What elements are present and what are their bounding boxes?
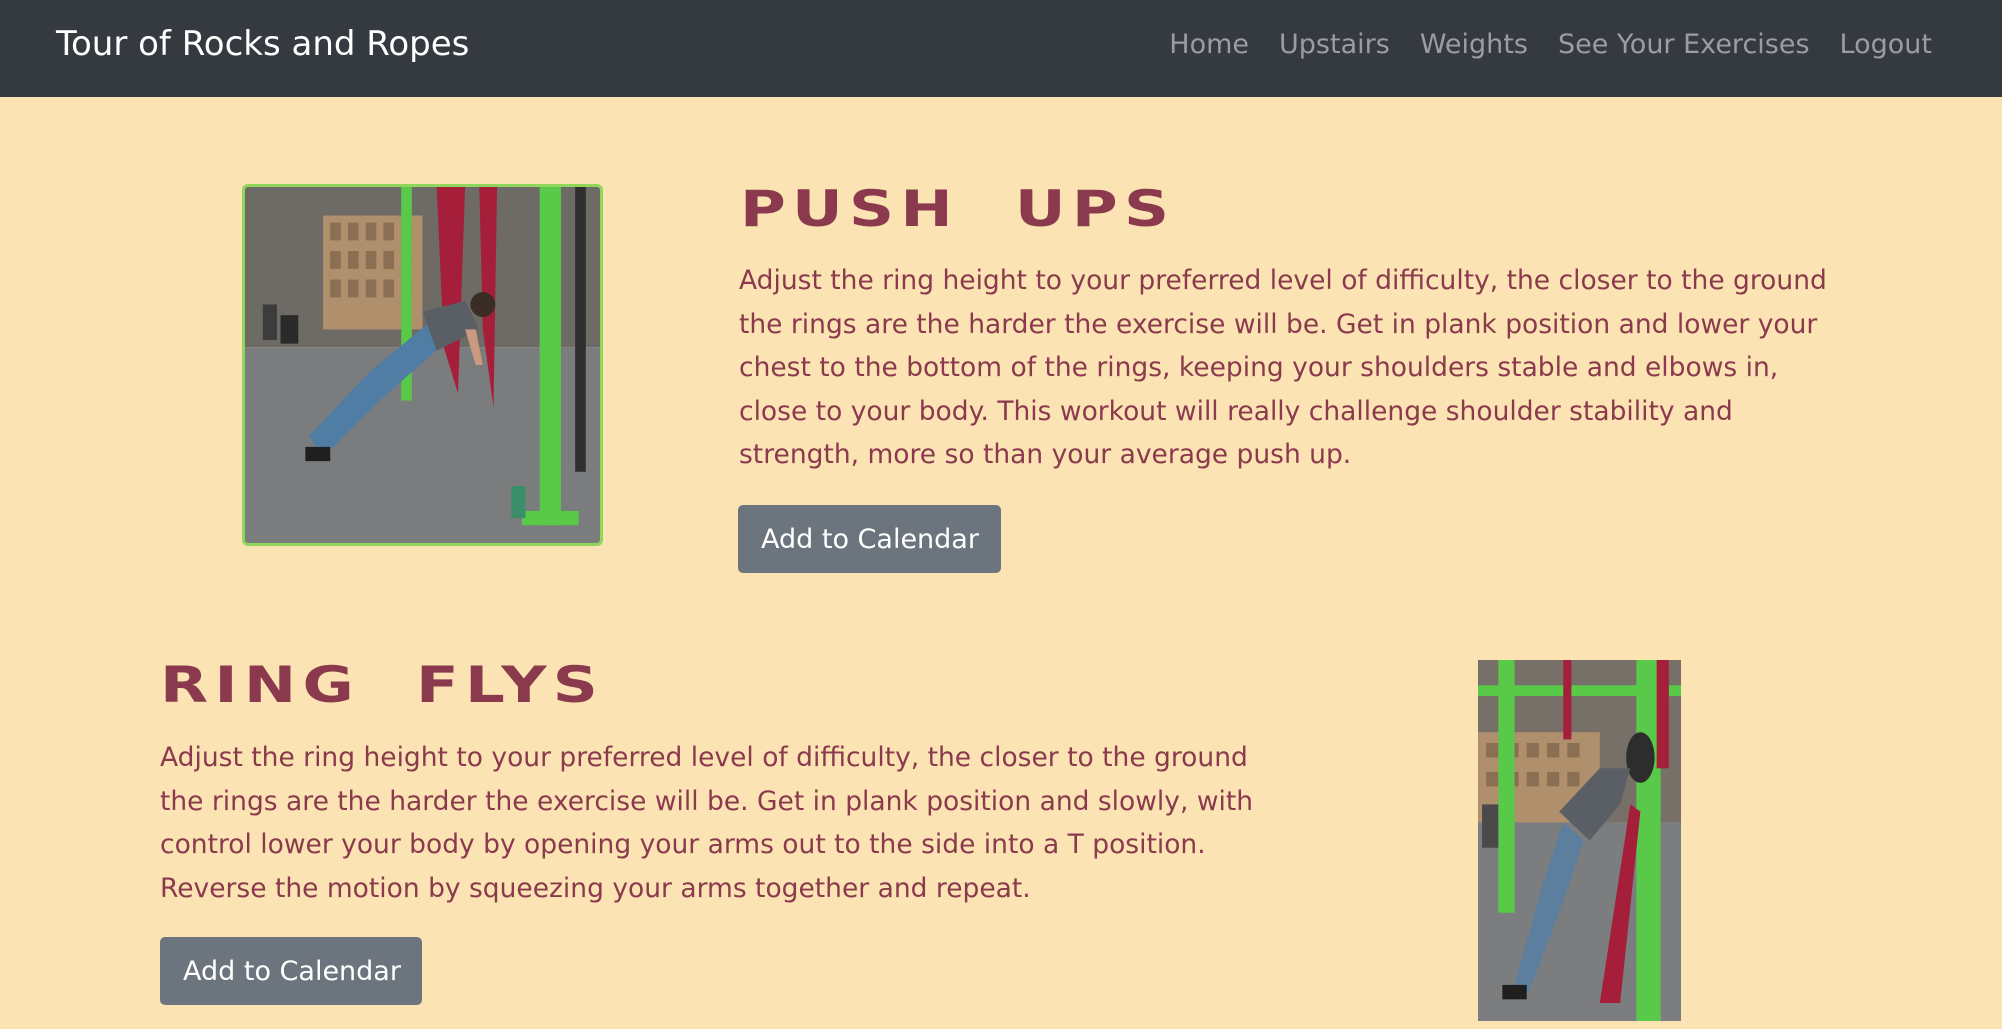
- exercise-description-push-ups: Adjust the ring height to your preferred…: [739, 265, 1827, 470]
- brand-title[interactable]: Tour of Rocks and Ropes: [56, 24, 469, 64]
- push-ups-photo: [242, 184, 603, 546]
- nav-link-upstairs[interactable]: Upstairs: [1279, 29, 1390, 60]
- nav-links: Home Upstairs Weights See Your Exercises…: [1169, 29, 1932, 60]
- add-to-calendar-button-ring-flys[interactable]: Add to Calendar: [160, 937, 422, 1005]
- nav-link-logout[interactable]: Logout: [1840, 29, 1932, 60]
- add-to-calendar-button-push-ups[interactable]: Add to Calendar: [738, 505, 1001, 573]
- exercise-title-ring-flys: RING FLYS: [160, 656, 605, 714]
- exercise-description-ring-flys: Adjust the ring height to your preferred…: [160, 742, 1254, 904]
- nav-link-weights[interactable]: Weights: [1420, 29, 1528, 60]
- ring-flys-photo: [1478, 660, 1681, 1021]
- navbar: Tour of Rocks and Ropes Home Upstairs We…: [0, 0, 2002, 97]
- exercise-title-push-ups: PUSH UPS: [740, 180, 1176, 238]
- nav-link-see-your-exercises[interactable]: See Your Exercises: [1558, 29, 1810, 60]
- nav-link-home[interactable]: Home: [1169, 29, 1249, 60]
